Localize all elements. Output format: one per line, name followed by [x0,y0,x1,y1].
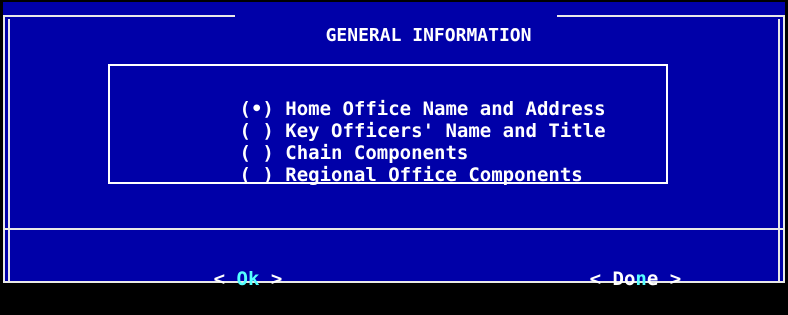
ok-button-hotkey: O [236,268,248,290]
radio-regional-office-components[interactable]: ( ) Regional Office Components [148,142,583,186]
done-button-text-start: Do [612,268,636,290]
radio-label: Regional Office Components [285,164,583,186]
radio-chain-components[interactable]: ( ) Chain Components [148,120,469,164]
done-button-right-bracket: > [658,268,682,290]
frame-left-inner [8,19,10,283]
radio-indicator[interactable]: ( ) [240,164,274,186]
frame-left-outer [3,15,5,283]
general-information-dialog: GENERAL INFORMATION (•) Home Office Name… [3,2,785,290]
radio-home-office[interactable]: (•) Home Office Name and Address [148,76,606,120]
dialog-title-text: GENERAL INFORMATION [325,25,532,46]
done-button-text-end: e [646,268,659,290]
frame-right-inner [778,19,780,283]
frame-right-outer [783,15,785,283]
done-button-hotkey: n [635,268,647,290]
ok-button-left-bracket: < [213,268,237,290]
radio-key-officers[interactable]: ( ) Key Officers' Name and Title [148,98,606,142]
report-type-radio-group: (•) Home Office Name and Address ( ) Key… [108,64,668,186]
ok-button[interactable]: < Ok > [145,243,283,290]
ok-button-right-bracket: > [259,268,283,290]
terminal-screen: GENERAL INFORMATION (•) Home Office Name… [0,0,788,290]
dialog-title: GENERAL INFORMATION [235,6,557,46]
done-button-left-bracket: < [589,268,613,290]
ok-button-text-rest: k [247,268,260,290]
button-separator [3,228,785,230]
done-button[interactable]: < Done > [521,243,682,290]
